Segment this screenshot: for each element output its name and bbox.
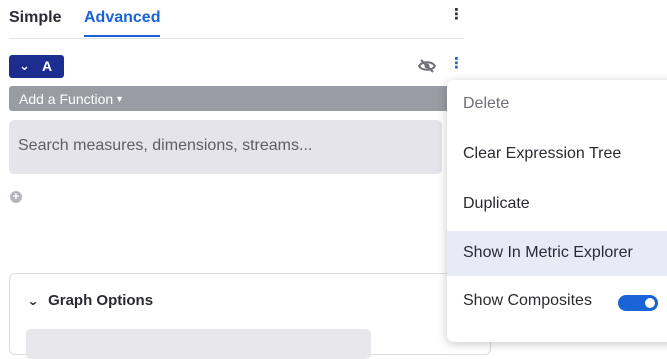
graph-options-title: Graph Options bbox=[48, 292, 154, 309]
menu-item-label: Duplicate bbox=[463, 195, 530, 212]
chevron-down-icon: ⌄ bbox=[26, 294, 40, 308]
query-toggle-button[interactable]: ⌄ A bbox=[9, 55, 64, 78]
graph-options-panel: ⌄ Graph Options bbox=[9, 273, 491, 359]
menu-item-label: Show In Metric Explorer bbox=[463, 244, 633, 261]
toggle-knob bbox=[645, 298, 655, 308]
menu-item-show-composites[interactable]: Show Composites bbox=[447, 279, 667, 324]
menu-item-delete[interactable]: Delete bbox=[447, 82, 667, 127]
tab-simple[interactable]: Simple bbox=[9, 9, 61, 27]
query-options-icon[interactable]: ⋮ bbox=[449, 56, 464, 71]
query-letter: A bbox=[42, 58, 53, 74]
show-composites-toggle[interactable] bbox=[618, 295, 658, 311]
editor-tabs: Simple Advanced bbox=[9, 6, 464, 39]
menu-item-label: Clear Expression Tree bbox=[463, 145, 622, 162]
add-query-icon[interactable]: + bbox=[10, 191, 22, 203]
metric-search-input[interactable]: Search measures, dimensions, streams... bbox=[9, 120, 442, 174]
menu-item-duplicate[interactable]: Duplicate bbox=[447, 182, 667, 227]
graph-options-toggle[interactable]: ⌄ Graph Options bbox=[26, 292, 154, 309]
add-function-button[interactable]: Add a Function ▼ bbox=[19, 91, 124, 107]
caret-down-icon: ▼ bbox=[115, 94, 125, 104]
menu-item-label: Show Composites bbox=[463, 292, 592, 309]
graph-option-field[interactable] bbox=[26, 329, 371, 359]
eye-off-icon[interactable] bbox=[418, 58, 436, 74]
menu-item-label: Delete bbox=[463, 95, 510, 112]
add-function-label: Add a Function bbox=[19, 91, 114, 107]
tab-advanced[interactable]: Advanced bbox=[84, 9, 161, 37]
menu-item-show-in-metric-explorer[interactable]: Show In Metric Explorer bbox=[447, 231, 667, 276]
query-context-menu: Delete Clear Expression Tree Duplicate S… bbox=[447, 80, 667, 342]
chevron-down-icon: ⌄ bbox=[19, 58, 30, 73]
search-placeholder: Search measures, dimensions, streams... bbox=[18, 137, 313, 154]
more-options-icon[interactable]: ⋮ bbox=[449, 7, 464, 22]
function-bar: Add a Function ▼ bbox=[9, 86, 464, 111]
menu-item-clear-expression-tree[interactable]: Clear Expression Tree bbox=[447, 132, 667, 177]
